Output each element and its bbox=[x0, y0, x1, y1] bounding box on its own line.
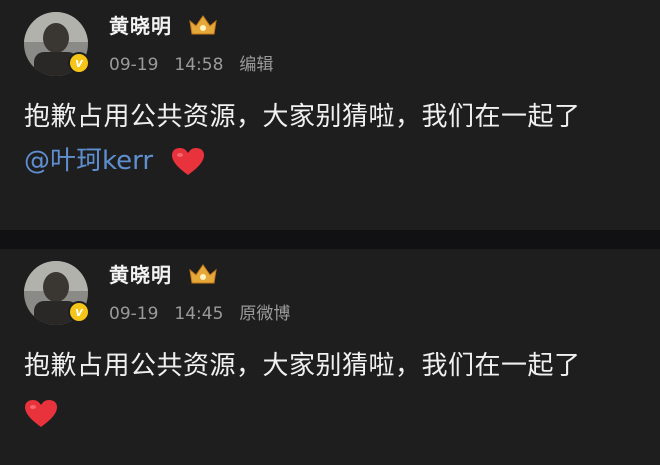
author-name[interactable]: 黄晓明 bbox=[109, 259, 172, 288]
post-meta: 09-19 14:58 编辑 bbox=[109, 50, 273, 75]
post-time: 14:58 bbox=[174, 55, 224, 75]
crown-icon bbox=[189, 264, 217, 284]
weibo-post[interactable]: v 黄晓明 09-19 14:58 编辑 抱歉占用公共资源，大家别猜啦，我们在一起了… bbox=[0, 0, 660, 230]
heart-emoji-icon bbox=[25, 400, 57, 427]
post-date: 09-19 bbox=[109, 304, 159, 324]
heart-emoji-icon bbox=[172, 147, 205, 175]
post-text: 抱歉占用公共资源，大家别猜啦，我们在一起了 bbox=[24, 102, 581, 132]
weibo-post[interactable]: v 黄晓明 09-19 14:45 原微博 抱歉占用公共资源，大家别猜啦，我们在一起… bbox=[0, 249, 660, 465]
verified-badge-icon: v bbox=[68, 301, 90, 323]
crown-icon bbox=[189, 15, 217, 35]
post-time: 14:45 bbox=[174, 304, 224, 324]
post-text: 抱歉占用公共资源，大家别猜啦，我们在一起了 bbox=[24, 351, 581, 381]
post-meta: 09-19 14:45 原微博 bbox=[109, 299, 290, 324]
mention-link[interactable]: @叶珂kerr bbox=[24, 146, 153, 176]
author-name[interactable]: 黄晓明 bbox=[109, 10, 172, 39]
verified-badge-icon: v bbox=[68, 52, 90, 74]
edit-link[interactable]: 编辑 bbox=[239, 55, 273, 75]
original-post-link[interactable]: 原微博 bbox=[239, 304, 290, 324]
post-mention-line: @叶珂kerr bbox=[24, 140, 205, 177]
post-date: 09-19 bbox=[109, 55, 159, 75]
